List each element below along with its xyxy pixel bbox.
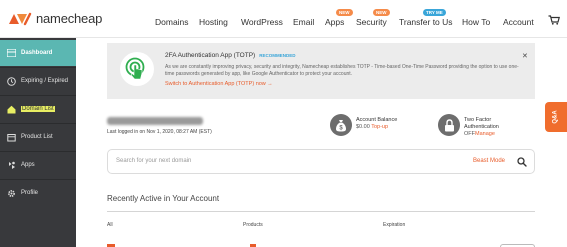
last-login-text: Last logged in on Nov 1, 2020, 08:27 AM … bbox=[107, 129, 212, 135]
column-expiration: Expiration bbox=[383, 222, 406, 228]
tap-icon bbox=[120, 52, 154, 86]
search-icon[interactable] bbox=[517, 157, 527, 167]
brand-name: namecheap bbox=[36, 11, 103, 26]
clock-icon bbox=[6, 76, 16, 86]
sidebar-label-expiring: Expiring / Expired bbox=[21, 78, 69, 84]
sidebar-item-dashboard[interactable]: Dashboard bbox=[0, 40, 76, 66]
nav-domains[interactable]: Domains bbox=[155, 17, 189, 27]
nav-security[interactable]: Security bbox=[356, 17, 387, 27]
gear-icon bbox=[6, 188, 16, 198]
sidebar-label-product-list: Product List bbox=[21, 134, 53, 140]
padlock-icon bbox=[438, 114, 460, 136]
account-balance-amount: $0.00 bbox=[356, 124, 370, 130]
nav-account[interactable]: Account bbox=[503, 17, 534, 27]
house-icon bbox=[6, 104, 16, 114]
nav-how-to[interactable]: How To bbox=[462, 17, 490, 27]
column-products: Products bbox=[243, 222, 263, 228]
dashboard-icon bbox=[6, 48, 16, 58]
two-factor-title-line1: Two Factor bbox=[464, 117, 492, 123]
two-factor-status: OFF bbox=[464, 131, 475, 137]
nav-apps[interactable]: Apps bbox=[325, 17, 344, 27]
qa-feedback-tab[interactable]: Q&A bbox=[545, 102, 567, 132]
domain-search-input[interactable]: Search for your next domain Beast Mode bbox=[107, 149, 535, 174]
username-redacted bbox=[107, 117, 203, 125]
nav-transfer[interactable]: Transfer to Us bbox=[399, 17, 453, 27]
recent-divider bbox=[107, 211, 535, 212]
namecheap-logo-icon bbox=[9, 12, 32, 25]
qa-label: Q&A bbox=[553, 110, 559, 124]
search-placeholder: Search for your next domain bbox=[116, 158, 192, 164]
money-bag-icon: $ bbox=[330, 114, 352, 136]
account-balance-value: $0.00 Top-up bbox=[356, 124, 388, 130]
sidebar-item-expiring[interactable]: Expiring / Expired bbox=[0, 68, 76, 94]
twofa-title-text: 2FA Authentication App (TOTP) bbox=[165, 52, 256, 59]
recommended-badge: RECOMMENDED bbox=[259, 53, 296, 58]
switch-to-totp-link[interactable]: Switch to Authentication App (TOTP) now … bbox=[165, 81, 273, 87]
apps-icon bbox=[6, 160, 16, 170]
manage-link[interactable]: Manage bbox=[475, 131, 495, 137]
sidebar-item-apps[interactable]: Apps bbox=[0, 152, 76, 178]
box-icon bbox=[6, 132, 16, 142]
top-up-link[interactable]: Top-up bbox=[371, 124, 388, 130]
sidebar-label-profile: Profile bbox=[21, 190, 39, 196]
nav-hosting[interactable]: Hosting bbox=[199, 17, 228, 27]
column-all[interactable]: All bbox=[107, 222, 113, 228]
twofa-title: 2FA Authentication App (TOTP) RECOMMENDED bbox=[165, 52, 295, 59]
two-factor-title-line2: Authentication bbox=[464, 124, 499, 130]
sidebar: Dashboard Expiring / Expired Domain List… bbox=[0, 38, 76, 247]
sidebar-item-profile[interactable]: Profile bbox=[0, 180, 76, 206]
sidebar-label-apps: Apps bbox=[21, 162, 35, 168]
sidebar-label-domain-list: Domain List bbox=[21, 106, 55, 112]
two-factor-status-row: OFFManage bbox=[464, 131, 495, 137]
twofa-description: As we are constantly improving privacy, … bbox=[165, 64, 519, 77]
top-navigation: namecheap Domains Hosting WordPress Emai… bbox=[0, 0, 567, 38]
beast-mode-link[interactable]: Beast Mode bbox=[473, 158, 505, 164]
sidebar-item-product-list[interactable]: Product List bbox=[0, 124, 76, 150]
cart-icon[interactable] bbox=[548, 15, 560, 25]
nav-security-badge: NEW bbox=[373, 9, 390, 16]
nav-email[interactable]: Email bbox=[293, 17, 314, 27]
twofa-banner: 2FA Authentication App (TOTP) RECOMMENDED… bbox=[107, 43, 535, 99]
nav-apps-badge: NEW bbox=[336, 9, 353, 16]
nav-wordpress[interactable]: WordPress bbox=[241, 17, 283, 27]
nav-transfer-badge: TRY ME bbox=[423, 9, 446, 16]
recent-activity-title: Recently Active in Your Account bbox=[107, 194, 220, 203]
account-balance-title: Account Balance bbox=[356, 117, 398, 123]
namecheap-logo[interactable]: namecheap bbox=[8, 11, 102, 26]
sidebar-label-dashboard: Dashboard bbox=[21, 50, 53, 56]
sidebar-item-domain-list[interactable]: Domain List bbox=[0, 96, 76, 122]
close-icon[interactable]: ✕ bbox=[522, 52, 528, 60]
